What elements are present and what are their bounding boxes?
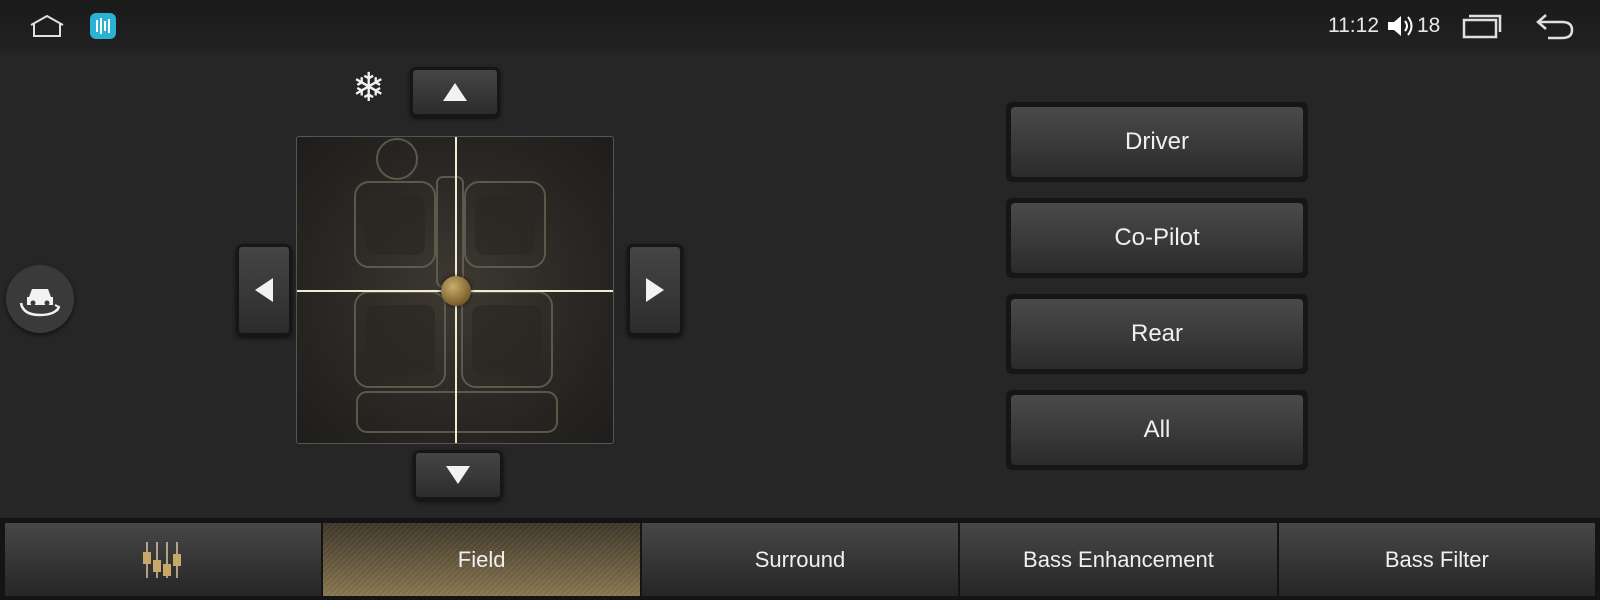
move-up-button[interactable] (410, 67, 500, 117)
back-icon[interactable] (1534, 10, 1576, 42)
tab-surround[interactable]: Surround (641, 523, 959, 596)
arrow-up-icon (443, 83, 467, 101)
clock: 11:12 (1328, 14, 1379, 37)
arrow-left-icon (255, 278, 273, 302)
zone-rear-label: Rear (1011, 299, 1303, 369)
car-rotate-view-button[interactable] (6, 265, 74, 333)
arrow-right-icon (646, 278, 664, 302)
sound-field-pad[interactable] (296, 136, 614, 444)
move-left-button[interactable] (236, 244, 292, 336)
tab-equalizer[interactable] (5, 523, 322, 596)
zone-co-pilot-button[interactable]: Co-Pilot (1006, 198, 1308, 278)
move-down-button[interactable] (413, 450, 503, 500)
snowflake-icon: ❄ (352, 66, 386, 110)
zone-co-pilot-label: Co-Pilot (1011, 203, 1303, 273)
zone-all-label: All (1011, 395, 1303, 465)
arrow-down-icon (446, 466, 470, 484)
zone-all-button[interactable]: All (1006, 390, 1308, 470)
tab-bass-enhancement[interactable]: Bass Enhancement (960, 523, 1277, 596)
app-launcher-icon[interactable] (90, 13, 116, 39)
zone-driver-label: Driver (1011, 107, 1303, 177)
zone-driver-button[interactable]: Driver (1006, 102, 1308, 182)
tab-bass-filter[interactable]: Bass Filter (1278, 523, 1596, 596)
recents-icon[interactable] (1461, 12, 1503, 40)
equalizer-icon (143, 541, 182, 578)
volume-icon[interactable] (1386, 13, 1416, 39)
move-right-button[interactable] (627, 244, 683, 336)
field-position-handle[interactable] (441, 276, 471, 306)
status-bar: 11:12 18 (0, 0, 1600, 52)
audio-tab-bar: Field Surround Bass Enhancement Bass Fil… (0, 518, 1600, 600)
home-icon[interactable] (28, 13, 66, 39)
volume-level: 18 (1417, 14, 1441, 37)
car-rotate-icon (19, 289, 61, 317)
zone-rear-button[interactable]: Rear (1006, 294, 1308, 374)
tab-field[interactable]: Field (323, 523, 640, 596)
